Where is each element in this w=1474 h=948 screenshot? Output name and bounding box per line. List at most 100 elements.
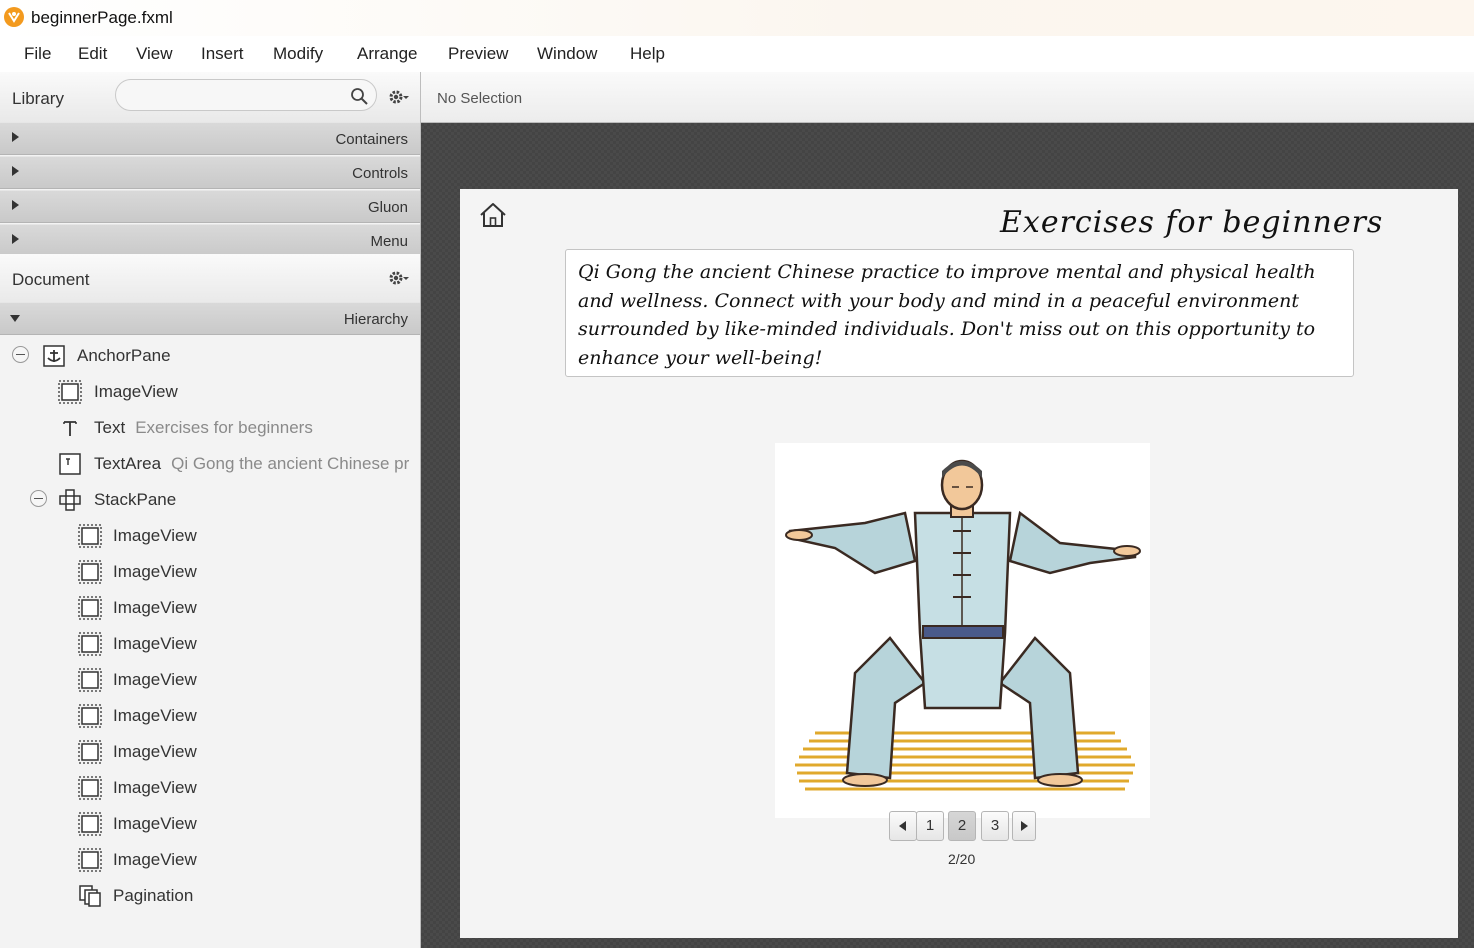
tree-item-imageview[interactable]: ImageView: [0, 770, 420, 806]
tree-item-detail: Exercises for beginners: [135, 418, 313, 437]
library-section-menu[interactable]: Menu: [0, 224, 420, 257]
tree-item-imageview[interactable]: ImageView: [0, 626, 420, 662]
stackpane-icon: [59, 489, 81, 511]
tree-item-type: ImageView: [113, 778, 197, 797]
section-label: Hierarchy: [343, 311, 408, 328]
pagination-icon: [79, 885, 101, 907]
tree-item-label: ImageView: [113, 814, 197, 834]
tree-item-imageview[interactable]: ImageView: [0, 554, 420, 590]
imageview-icon: [78, 848, 102, 872]
imageview-icon: [78, 596, 102, 620]
menu-window[interactable]: Window: [537, 44, 597, 64]
menu-edit[interactable]: Edit: [78, 44, 107, 64]
selection-bar: No Selection: [421, 72, 1474, 123]
text-icon: [63, 421, 77, 436]
tree-item-textarea[interactable]: TextArea Qi Gong the ancient Chinese pr: [0, 446, 420, 482]
tree-item-type: ImageView: [113, 670, 197, 689]
library-gear-icon[interactable]: [388, 89, 410, 105]
window-title: beginnerPage.fxml: [31, 8, 173, 27]
library-title: Library: [12, 89, 64, 108]
section-label: Menu: [370, 233, 408, 250]
tree-item-label: ImageView: [113, 850, 197, 870]
pagination-next-button[interactable]: [1012, 811, 1036, 841]
left-panel: Library Containers Controls Gluon Menu D…: [0, 72, 421, 948]
menu-view[interactable]: View: [136, 44, 173, 64]
title-bar: beginnerPage.fxml: [0, 0, 1474, 36]
document-gear-icon[interactable]: [388, 270, 410, 286]
library-search-input[interactable]: [115, 79, 377, 111]
tree-item-imageview[interactable]: ImageView: [0, 806, 420, 842]
menu-file[interactable]: File: [24, 44, 51, 64]
library-section-controls[interactable]: Controls: [0, 156, 420, 189]
pagination-page-1[interactable]: 1: [916, 811, 944, 841]
tree-item-label: ImageView: [113, 562, 197, 582]
menu-help[interactable]: Help: [630, 44, 665, 64]
section-label: Gluon: [367, 199, 408, 216]
menu-bar: File Edit View Insert Modify Arrange Pre…: [0, 36, 1474, 73]
menu-preview[interactable]: Preview: [448, 44, 508, 64]
menu-insert[interactable]: Insert: [201, 44, 244, 64]
tree-item-label: ImageView: [113, 598, 197, 618]
library-section-gluon[interactable]: Gluon: [0, 190, 420, 223]
tree-item-imageview[interactable]: ImageView: [0, 842, 420, 878]
tree-item-type: ImageView: [113, 706, 197, 725]
tree-item-label: ImageView: [113, 526, 197, 546]
imageview-icon: [78, 776, 102, 800]
tree-item-detail: Qi Gong the ancient Chinese pr: [171, 454, 410, 473]
tree-item-type: TextArea: [94, 454, 162, 473]
tree-item-imageview[interactable]: ImageView: [0, 662, 420, 698]
search-icon[interactable]: [350, 87, 369, 106]
pagination-page-2[interactable]: 2: [948, 811, 976, 841]
tree-item-type: ImageView: [113, 742, 197, 761]
tree-item-stackpane[interactable]: StackPane: [0, 482, 420, 518]
imageview-icon: [78, 524, 102, 548]
page-title[interactable]: Exercises for beginners: [1000, 205, 1383, 240]
document-title: Document: [12, 270, 90, 289]
collapse-toggle-icon[interactable]: [12, 346, 29, 363]
imageview-icon: [78, 668, 102, 692]
tree-item-label: ImageView: [113, 634, 197, 654]
selection-status: No Selection: [437, 90, 523, 107]
imageview-icon: [78, 704, 102, 728]
pagination-page-3[interactable]: 3: [981, 811, 1009, 841]
qigong-figure-image: [785, 459, 1141, 791]
menu-modify[interactable]: Modify: [273, 44, 323, 64]
library-section-containers[interactable]: Containers: [0, 122, 420, 155]
imageview-icon: [78, 632, 102, 656]
home-icon[interactable]: [478, 201, 508, 229]
tree-item-label: ImageView: [94, 382, 178, 402]
qigong-illustration[interactable]: [775, 443, 1150, 818]
hierarchy-section[interactable]: Hierarchy: [0, 302, 420, 335]
tree-item-type: ImageView: [113, 634, 197, 653]
tree-item-imageview[interactable]: ImageView: [0, 374, 420, 410]
tree-item-type: ImageView: [113, 850, 197, 869]
menu-arrange[interactable]: Arrange: [357, 44, 417, 64]
tree-item-type: ImageView: [94, 382, 178, 401]
tree-item-label: ImageView: [113, 706, 197, 726]
tree-item-label: Text Exercises for beginners: [94, 418, 313, 438]
collapse-triangle-icon: [10, 315, 20, 322]
tree-item-imageview[interactable]: ImageView: [0, 698, 420, 734]
description-textarea[interactable]: [565, 249, 1354, 377]
pagination-prev-button[interactable]: [889, 811, 917, 841]
tree-item-imageview[interactable]: ImageView: [0, 518, 420, 554]
preview-anchorpane[interactable]: Exercises for beginners Qi Gong the anci…: [460, 189, 1458, 938]
tree-item-text[interactable]: Text Exercises for beginners: [0, 410, 420, 446]
tree-item-imageview[interactable]: ImageView: [0, 590, 420, 626]
textarea-icon: [59, 453, 81, 475]
library-header: Library: [0, 72, 420, 123]
expand-triangle-icon: [12, 166, 19, 176]
expand-triangle-icon: [12, 234, 19, 244]
tree-item-imageview[interactable]: ImageView: [0, 734, 420, 770]
tree-item-type: Text: [94, 418, 126, 437]
tree-item-label: TextArea Qi Gong the ancient Chinese pr: [94, 454, 409, 474]
tree-item-anchorpane[interactable]: AnchorPane: [0, 338, 420, 374]
collapse-toggle-icon[interactable]: [30, 490, 47, 507]
tree-item-type: ImageView: [113, 562, 197, 581]
tree-item-pagination[interactable]: Pagination: [0, 878, 420, 914]
tree-item-type: ImageView: [113, 598, 197, 617]
tree-item-type: ImageView: [113, 526, 197, 545]
tree-item-label: StackPane: [94, 490, 176, 510]
document-header: Document: [0, 254, 420, 305]
tree-item-type: Pagination: [113, 886, 194, 905]
